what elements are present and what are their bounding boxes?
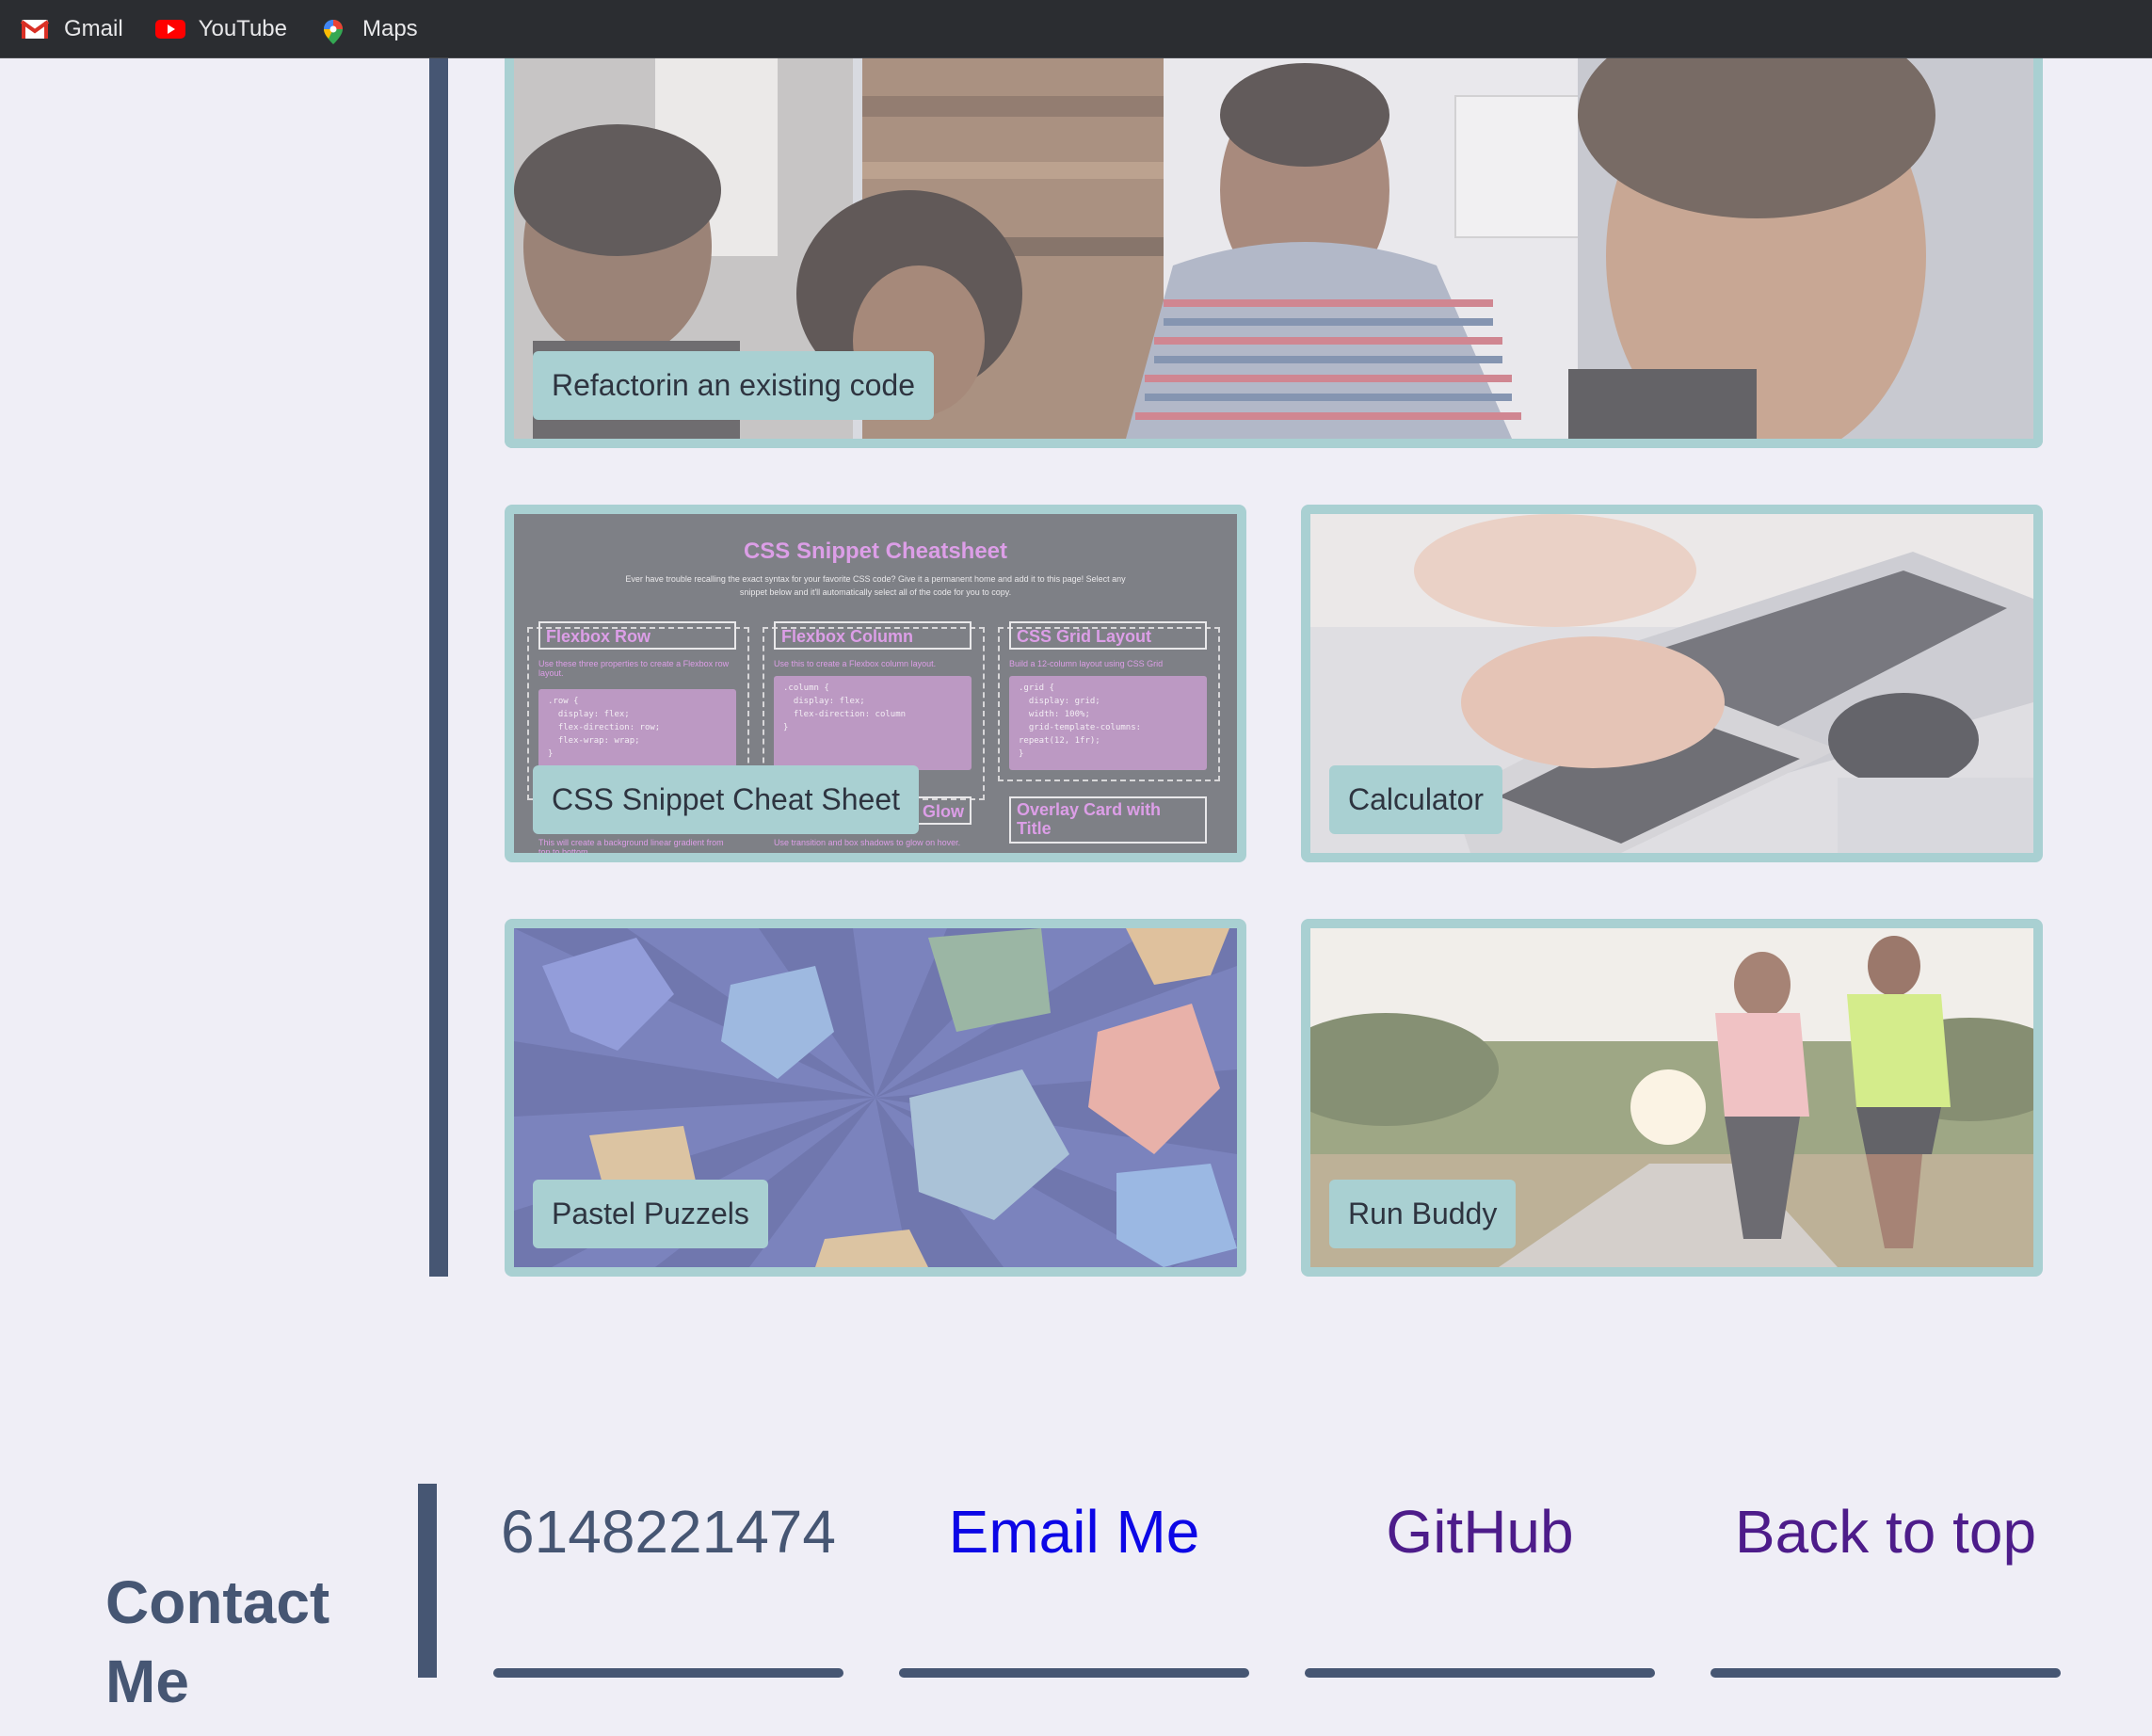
project-label: CSS Snippet Cheat Sheet [533,765,920,834]
bookmark-label: Gmail [64,15,123,41]
bookmark-gmail[interactable]: Gmail [20,15,123,42]
contact-heading: Contact Me [105,1568,330,1715]
link-underline [1305,1668,1655,1678]
project-card-calculator[interactable]: Calculator [1301,505,2043,862]
work-section-divider [429,58,448,1277]
project-card-css-cheatsheet[interactable]: CSS Snippet Cheatsheet Ever have trouble… [505,505,1246,862]
project-label: Run Buddy [1329,1180,1517,1248]
portfolio-page: Refactorin an existing code CSS Snippet … [0,58,2152,1736]
phone-number[interactable]: 6148221474 [493,1497,843,1567]
maps-icon [319,18,347,44]
email-link[interactable]: Email Me [899,1497,1249,1567]
gmail-icon [20,18,50,40]
link-underline [1710,1668,2061,1678]
link-underline [899,1668,1249,1678]
project-label: Calculator [1329,765,1503,834]
contact-divider [418,1484,437,1678]
project-card-refactor[interactable]: Refactorin an existing code [505,58,2043,448]
project-label: Refactorin an existing code [533,351,934,420]
bookmark-label: Maps [361,15,418,41]
link-underline [493,1668,843,1678]
bookmarks-bar: Gmail YouTube Maps [0,0,2152,58]
project-card-run-buddy[interactable]: Run Buddy [1301,919,2043,1277]
bookmark-maps[interactable]: Maps [319,15,418,44]
project-label: Pastel Puzzels [533,1180,768,1248]
bookmark-label: YouTube [198,15,287,41]
bookmark-youtube[interactable]: YouTube [154,15,287,42]
youtube-icon [154,18,185,40]
back-to-top-link[interactable]: Back to top [1710,1497,2061,1567]
project-card-pastel-puzzels[interactable]: Pastel Puzzels [505,919,1246,1277]
github-link[interactable]: GitHub [1305,1497,1655,1567]
